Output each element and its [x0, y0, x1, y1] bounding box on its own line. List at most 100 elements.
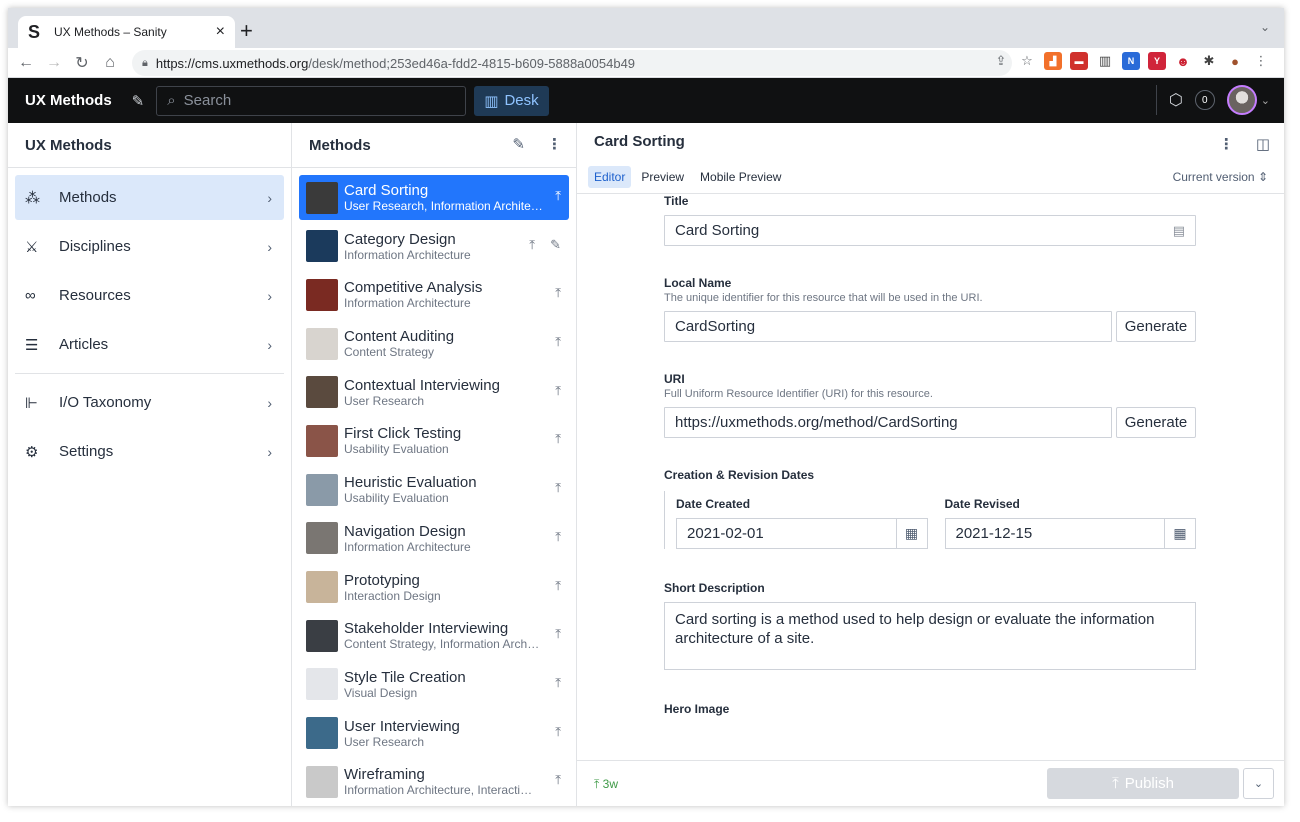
split-pane-icon[interactable]: ◫ — [1256, 135, 1270, 153]
root-item-disciplines[interactable]: ⚔︎ Disciplines › — [15, 224, 284, 269]
root-item-articles[interactable]: ☰ Articles › — [15, 322, 284, 367]
root-item-label: Articles — [59, 336, 109, 353]
extension-y-icon[interactable]: Y — [1148, 52, 1166, 70]
updown-chevron-icon: ⇕ — [1257, 170, 1268, 184]
tab-editor[interactable]: Editor — [588, 165, 632, 188]
tab-search-chevron-icon[interactable]: ⌄ — [1260, 20, 1270, 34]
uri-field[interactable]: https://uxmethods.org/method/CardSorting — [664, 407, 1112, 438]
address-bar: ← → ↻ ⌂ 🔒︎ https://cms.uxmethods.org/des… — [8, 48, 1284, 78]
more-actions-chevron-icon[interactable]: ⌄ — [1243, 768, 1274, 799]
url-field[interactable]: 🔒︎ https://cms.uxmethods.org/desk/method… — [132, 50, 1012, 76]
list-item[interactable]: Navigation Design Information Architectur… — [299, 516, 569, 561]
document-icon: ☰ — [25, 336, 39, 354]
reload-icon[interactable]: ↻ — [68, 53, 96, 73]
browser-menu-icon[interactable]: ⋮ — [1252, 52, 1270, 70]
desk-tool-button[interactable]: ▥ Desk — [474, 85, 549, 116]
search-input[interactable]: ⌕ Search — [156, 85, 467, 116]
list-item[interactable]: User Interviewing User Research ⤒ — [299, 711, 569, 756]
tree-icon: ⊩ — [25, 394, 39, 412]
local-name-field[interactable]: CardSorting — [664, 311, 1112, 342]
list-item-subtitle: Information Architecture — [344, 296, 471, 311]
root-item-methods[interactable]: ⁂ Methods › — [15, 175, 284, 220]
uri-value: https://uxmethods.org/method/CardSorting — [675, 414, 958, 431]
dates-fieldset: Date Created 2021-02-01 ▦ Date Revised 2… — [664, 491, 1196, 549]
short-description-field[interactable]: Card sorting is a method used to help de… — [664, 602, 1196, 670]
new-tab-icon[interactable]: + — [240, 18, 253, 44]
extension-face-icon[interactable]: ☻ — [1174, 52, 1192, 70]
generate-local-name-button[interactable]: Generate — [1116, 311, 1196, 342]
calendar-icon[interactable]: ▦ — [1164, 519, 1195, 548]
list-item-subtitle: Information Architecture, Interacti… — [344, 783, 533, 798]
date-created-field[interactable]: 2021-02-01 ▦ — [676, 518, 928, 549]
published-status-icon: ⤒ — [555, 382, 561, 398]
root-item-io-taxonomy[interactable]: ⊩ I/O Taxonomy › — [15, 380, 284, 425]
list-item[interactable]: Contextual Interviewing User Research ⤒ — [299, 370, 569, 415]
list-item[interactable]: Heuristic Evaluation Usability Evaluation… — [299, 467, 569, 512]
extension-red-icon[interactable]: ▬ — [1070, 52, 1088, 70]
root-item-label: I/O Taxonomy — [59, 394, 152, 411]
list-item[interactable]: Competitive Analysis Information Architec… — [299, 272, 569, 317]
list-item-subtitle: Information Architecture — [344, 539, 471, 554]
list-item[interactable]: Card Sorting User Research, Information A… — [299, 175, 569, 220]
list-item[interactable]: Style Tile Creation Visual Design ⤒ — [299, 662, 569, 707]
more-menu-icon[interactable]: ⋮ — [1219, 135, 1234, 153]
package-icon[interactable]: ⬡ — [1169, 90, 1183, 110]
extension-new-icon[interactable]: N — [1122, 52, 1140, 70]
more-menu-icon[interactable]: ⋮ — [547, 135, 562, 153]
method-thumbnail — [306, 327, 338, 360]
date-revised-column: Date Revised 2021-12-15 ▦ — [944, 491, 1196, 549]
title-label: Title — [664, 194, 689, 208]
profile-icon[interactable]: ● — [1226, 52, 1244, 70]
close-tab-icon[interactable]: × — [216, 23, 225, 41]
published-status-icon: ⤒ — [555, 577, 561, 593]
list-item[interactable]: Stakeholder Interviewing Content Strategy… — [299, 613, 569, 658]
browser-tab[interactable]: S UX Methods – Sanity × — [18, 16, 235, 48]
generate-uri-button[interactable]: Generate — [1116, 407, 1196, 438]
home-icon[interactable]: ⌂ — [96, 54, 124, 72]
navbar-divider — [1155, 85, 1157, 115]
list-item[interactable]: First Click Testing Usability Evaluation ⤒ — [299, 418, 569, 463]
published-status-icon: ⤒ — [555, 528, 561, 544]
compose-icon[interactable]: ✎ — [512, 135, 525, 153]
forward-icon[interactable]: → — [40, 54, 68, 72]
chevron-down-icon[interactable]: ⌄ — [1261, 94, 1270, 107]
title-field[interactable]: Card Sorting ▤ — [664, 215, 1196, 246]
root-item-settings[interactable]: ⚙ Settings › — [15, 429, 284, 474]
tab-preview[interactable]: Preview — [635, 166, 690, 188]
published-status-icon: ⤒ — [529, 236, 535, 252]
publish-label: Publish — [1124, 775, 1174, 792]
date-created-label: Date Created — [676, 497, 751, 511]
extensions-puzzle-icon[interactable]: ✱ — [1200, 52, 1218, 70]
published-status-icon: ⤒ — [555, 772, 561, 788]
list-item-subtitle: Content Strategy — [344, 345, 435, 360]
list-item[interactable]: Wireframing Information Architecture, Int… — [299, 759, 569, 804]
list-item[interactable]: Content Auditing Content Strategy ⤒ — [299, 321, 569, 366]
publish-button[interactable]: ⤒ Publish — [1047, 768, 1239, 799]
list-item-subtitle: User Research — [344, 734, 425, 749]
extension-barcode-icon[interactable]: ▥ — [1096, 52, 1114, 70]
root-item-resources[interactable]: ∞ Resources › — [15, 273, 284, 318]
user-avatar[interactable] — [1226, 85, 1257, 115]
list-item-title: Category Design — [344, 230, 456, 248]
method-thumbnail — [306, 522, 338, 555]
bookmark-star-icon[interactable]: ☆ — [1018, 52, 1036, 70]
studio-brand[interactable]: UX Methods — [25, 92, 112, 109]
root-divider — [15, 373, 284, 374]
compose-icon[interactable]: ✎ — [132, 92, 145, 110]
version-selector[interactable]: Current version ⇕ — [1173, 170, 1268, 184]
date-revised-field[interactable]: 2021-12-15 ▦ — [944, 518, 1196, 549]
share-icon[interactable]: ⇪ — [992, 52, 1010, 70]
list-item[interactable]: Category Design Information Architecture ✎… — [299, 224, 569, 269]
date-revised-value: 2021-12-15 — [955, 525, 1033, 542]
methods-pane-header: Methods ✎ ⋮ — [292, 123, 576, 168]
tab-mobile-preview[interactable]: Mobile Preview — [694, 166, 787, 188]
extension-chart-icon[interactable]: ▟ — [1044, 52, 1062, 70]
calendar-icon[interactable]: ▦ — [895, 519, 927, 548]
list-item[interactable]: Prototyping Interaction Design ⤒ — [299, 565, 569, 610]
url-host: https://cms.uxmethods.org — [155, 55, 309, 71]
notification-badge[interactable]: 0 — [1194, 90, 1215, 110]
list-item-title: Heuristic Evaluation — [344, 474, 477, 492]
methods-pane-title: Methods — [309, 136, 371, 154]
back-icon[interactable]: ← — [12, 54, 40, 72]
last-published[interactable]: ⤒ 3w — [594, 777, 618, 792]
